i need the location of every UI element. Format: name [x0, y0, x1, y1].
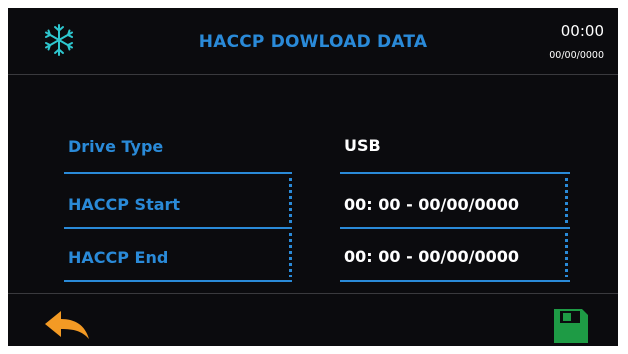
back-arrow-icon[interactable] — [44, 310, 90, 340]
drive-type-value[interactable]: USB — [344, 136, 381, 155]
haccp-end-label-dots — [289, 233, 292, 277]
drive-type-label: Drive Type — [68, 137, 164, 156]
drive-type-value-underline — [340, 172, 570, 174]
footer-divider — [8, 293, 618, 294]
haccp-end-underline — [64, 280, 292, 282]
haccp-end-label: HACCP End — [68, 248, 169, 267]
haccp-end-value-underline — [340, 280, 570, 282]
haccp-start-value[interactable]: 00: 00 - 00/00/0000 — [344, 195, 519, 214]
clock-date: 00/00/0000 — [549, 50, 604, 61]
haccp-download-screen: HACCP DOWLOAD DATA 00:00 00/00/0000 Driv… — [8, 8, 618, 346]
haccp-start-label: HACCP Start — [68, 195, 181, 214]
clock-time: 00:00 — [560, 22, 604, 40]
haccp-start-label-dots — [289, 178, 292, 224]
drive-type-underline — [64, 172, 292, 174]
haccp-start-underline — [64, 227, 292, 229]
haccp-start-value-dots — [565, 178, 568, 224]
page-title: HACCP DOWLOAD DATA — [198, 32, 428, 52]
haccp-end-value-dots — [565, 233, 568, 277]
save-icon[interactable] — [552, 307, 590, 345]
haccp-end-value[interactable]: 00: 00 - 00/00/0000 — [344, 247, 519, 266]
haccp-start-value-underline — [340, 227, 570, 229]
header-bar: HACCP DOWLOAD DATA 00:00 00/00/0000 — [8, 8, 618, 74]
header-divider — [8, 74, 618, 75]
